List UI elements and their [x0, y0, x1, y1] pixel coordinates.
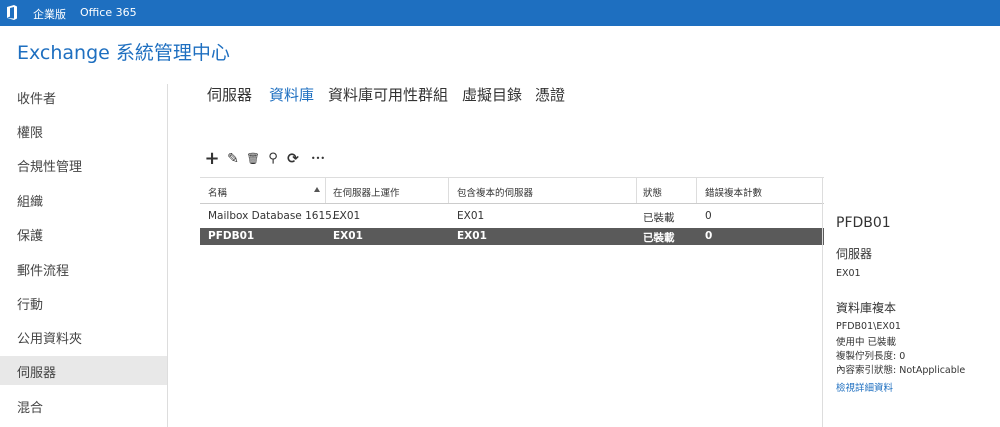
column-header-bad-copy-count[interactable]: 錯誤複本計數 — [705, 185, 762, 199]
details-divider — [822, 177, 823, 427]
sidebar-item-recipients[interactable]: 收件者 — [0, 82, 167, 111]
column-header-active-server[interactable]: 在伺服器上運作 — [333, 185, 400, 199]
sidebar-item-label: 權限 — [17, 126, 44, 141]
sidebar-item-hybrid[interactable]: 混合 — [0, 391, 167, 420]
tab-databases[interactable]: 資料庫 — [269, 84, 314, 105]
sidebar-item-mobile[interactable]: 行動 — [0, 288, 167, 317]
suite-link[interactable]: Office 365 — [80, 6, 137, 19]
column-header-status[interactable]: 狀態 — [643, 185, 662, 199]
copy-name: PFDB01\EX01 — [836, 321, 901, 332]
database-list: 名稱 在伺服器上運作 包含複本的伺服器 狀態 錯誤複本計數 Mailbox Da… — [200, 177, 824, 427]
cell-bad-copy-count: 0 — [705, 210, 712, 222]
tab-certificates[interactable]: 憑證 — [535, 84, 565, 105]
table-row[interactable]: Mailbox Database 1615... EX01 EX01 已裝載 0 — [200, 208, 824, 225]
sidebar-item-label: 行動 — [17, 298, 44, 313]
sidebar-item-label: 郵件流程 — [17, 264, 70, 279]
column-divider — [636, 178, 637, 203]
sidebar-item-public-folders[interactable]: 公用資料夾 — [0, 322, 167, 351]
top-nav-bar: 企業版 Office 365 — [0, 0, 1000, 26]
table-header: 名稱 在伺服器上運作 包含複本的伺服器 狀態 錯誤複本計數 — [200, 177, 824, 204]
more-options-icon[interactable]: ••• — [307, 149, 329, 169]
tab-servers[interactable]: 伺服器 — [207, 84, 252, 105]
server-heading: 伺服器 — [836, 247, 873, 261]
office-logo-icon[interactable] — [6, 5, 18, 20]
sidebar-item-organization[interactable]: 組織 — [0, 185, 167, 214]
sort-ascending-icon — [314, 187, 320, 192]
cell-servers-with-copies: EX01 — [457, 230, 487, 242]
sidebar-item-label: 組織 — [17, 195, 44, 210]
product-name[interactable]: 企業版 — [33, 6, 66, 22]
sidebar-item-label: 混合 — [17, 401, 44, 416]
add-icon[interactable]: + — [203, 149, 221, 169]
tab-virtual-directories[interactable]: 虛擬目錄 — [462, 84, 522, 105]
server-value: EX01 — [836, 268, 861, 279]
cell-active-server: EX01 — [333, 210, 361, 222]
sidebar-item-label: 公用資料夾 — [17, 332, 83, 347]
view-details-link[interactable]: 檢視詳細資料 — [836, 380, 893, 394]
column-header-name[interactable]: 名稱 — [208, 185, 227, 199]
cell-bad-copy-count: 0 — [705, 230, 713, 242]
column-divider — [696, 178, 697, 203]
sidebar-nav: 收件者 權限 合規性管理 組織 保護 郵件流程 行動 公用資料夾 伺服器 混合 — [0, 78, 167, 427]
cell-status: 已裝載 — [643, 212, 675, 224]
details-title: PFDB01 — [836, 215, 891, 231]
copy-queue-length: 複製佇列長度: 0 — [836, 351, 906, 362]
sidebar-item-mail-flow[interactable]: 郵件流程 — [0, 254, 167, 283]
cell-name: Mailbox Database 1615... — [208, 210, 342, 222]
sidebar-item-label: 保護 — [17, 229, 44, 244]
cell-active-server: EX01 — [333, 230, 363, 242]
edit-icon[interactable]: ✎ — [224, 149, 242, 169]
sidebar-item-servers[interactable]: 伺服器 — [0, 356, 167, 385]
cell-status: 已裝載 — [643, 232, 675, 244]
search-icon[interactable]: ⚲ — [264, 149, 282, 169]
page-title: Exchange 系統管理中心 — [17, 42, 230, 64]
sidebar-item-compliance[interactable]: 合規性管理 — [0, 150, 167, 179]
cell-name: PFDB01 — [208, 230, 255, 242]
sidebar-item-label: 合規性管理 — [17, 160, 83, 175]
sidebar-item-protection[interactable]: 保護 — [0, 219, 167, 248]
database-copies-heading: 資料庫複本 — [836, 301, 897, 315]
copy-status: 使用中 已裝載 — [836, 337, 897, 348]
sidebar-divider — [167, 84, 168, 427]
sidebar-item-permissions[interactable]: 權限 — [0, 116, 167, 145]
column-header-servers-with-copies[interactable]: 包含複本的伺服器 — [457, 185, 533, 199]
sidebar-item-label: 收件者 — [17, 92, 57, 107]
refresh-icon[interactable]: ⟳ — [284, 149, 302, 169]
table-row-selected[interactable]: PFDB01 EX01 EX01 已裝載 0 — [200, 228, 824, 245]
column-divider — [448, 178, 449, 203]
cell-servers-with-copies: EX01 — [457, 210, 485, 222]
column-divider — [325, 178, 326, 203]
delete-icon[interactable]: 🗑 — [244, 149, 262, 169]
content-index-state: 內容索引狀態: NotApplicable — [836, 365, 966, 376]
sidebar-item-label: 伺服器 — [17, 366, 57, 381]
tab-dag[interactable]: 資料庫可用性群組 — [328, 84, 448, 105]
